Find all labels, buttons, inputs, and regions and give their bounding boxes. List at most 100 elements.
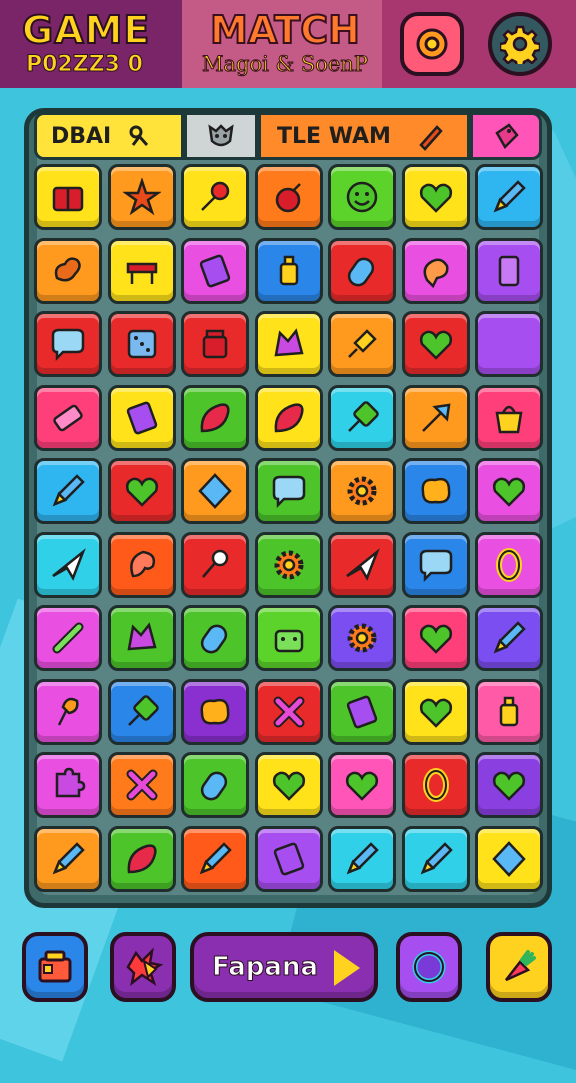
- pin-icon: [127, 694, 159, 726]
- tile[interactable]: [475, 678, 543, 745]
- pencil-icon: [420, 841, 453, 874]
- bottle-icon: [499, 696, 519, 726]
- tile[interactable]: [328, 311, 396, 377]
- settings-button[interactable]: [488, 12, 552, 76]
- tile[interactable]: [107, 458, 176, 524]
- tile[interactable]: [401, 384, 470, 451]
- play-arrow-icon: [334, 950, 360, 986]
- tile[interactable]: [328, 164, 396, 230]
- capsule-icon: [200, 624, 228, 654]
- tile[interactable]: [107, 752, 176, 818]
- tile[interactable]: [254, 825, 323, 892]
- tile[interactable]: [34, 458, 102, 524]
- tile[interactable]: [254, 164, 323, 230]
- tab-dbai[interactable]: DBAI: [34, 112, 184, 160]
- play-button[interactable]: Fapana: [190, 932, 378, 1002]
- tile[interactable]: [181, 531, 249, 598]
- tile[interactable]: [34, 237, 102, 304]
- heart-icon: [419, 330, 452, 360]
- tile[interactable]: [34, 605, 102, 671]
- tile[interactable]: [181, 458, 249, 524]
- tile[interactable]: [34, 384, 102, 451]
- tile[interactable]: [107, 678, 176, 745]
- tile[interactable]: [475, 384, 543, 451]
- tile[interactable]: [328, 678, 396, 745]
- tile[interactable]: [254, 752, 323, 818]
- tile[interactable]: [181, 605, 249, 671]
- tile[interactable]: [107, 605, 176, 671]
- boost-button[interactable]: [110, 932, 176, 1002]
- tile[interactable]: [475, 605, 543, 671]
- tile[interactable]: [34, 164, 102, 230]
- tile[interactable]: [254, 531, 323, 598]
- tile[interactable]: [401, 164, 470, 230]
- tab-bag[interactable]: [470, 112, 542, 160]
- card-icon: [199, 254, 231, 287]
- tile[interactable]: [475, 237, 543, 304]
- jar-icon: [202, 329, 228, 359]
- tile[interactable]: [328, 752, 396, 818]
- tile[interactable]: [328, 605, 396, 671]
- tile[interactable]: [107, 237, 176, 304]
- ear-icon: [129, 550, 155, 577]
- tile[interactable]: [254, 605, 323, 671]
- tile[interactable]: [401, 678, 470, 745]
- tile[interactable]: [34, 752, 102, 818]
- tile[interactable]: [475, 458, 543, 524]
- tile[interactable]: [401, 237, 470, 304]
- match-title: MATCH: [209, 7, 361, 53]
- gift-button[interactable]: [486, 932, 552, 1002]
- pencil-icon: [493, 621, 526, 654]
- tile[interactable]: [475, 825, 543, 892]
- tile[interactable]: [328, 237, 396, 304]
- tile[interactable]: [401, 605, 470, 671]
- tile[interactable]: [34, 825, 102, 892]
- tile[interactable]: [328, 458, 396, 524]
- tile[interactable]: [475, 311, 543, 377]
- tile[interactable]: [181, 752, 249, 818]
- tile[interactable]: [34, 311, 102, 377]
- tile[interactable]: [401, 458, 470, 524]
- tile[interactable]: [328, 384, 396, 451]
- chat-icon: [419, 549, 452, 582]
- target-button[interactable]: [400, 12, 464, 76]
- tile[interactable]: [401, 752, 470, 818]
- heart-icon: [419, 698, 452, 728]
- tile[interactable]: [475, 752, 543, 818]
- tile[interactable]: [254, 678, 323, 745]
- tile[interactable]: [475, 531, 543, 598]
- search-button[interactable]: [396, 932, 462, 1002]
- tile[interactable]: [34, 678, 102, 745]
- game-subtitle: P02ZZ3 0: [26, 52, 144, 78]
- tile[interactable]: [254, 458, 323, 524]
- leaf-icon: [127, 843, 157, 873]
- tile[interactable]: [107, 311, 176, 377]
- tile[interactable]: [107, 384, 176, 451]
- tile[interactable]: [181, 825, 249, 892]
- tile[interactable]: [181, 678, 249, 745]
- tile[interactable]: [34, 531, 102, 598]
- eraser-icon: [53, 404, 83, 431]
- tab-tle-wam[interactable]: TLE WAM: [258, 112, 470, 160]
- tile[interactable]: [181, 237, 249, 304]
- tab-mask[interactable]: [184, 112, 258, 160]
- tile[interactable]: [401, 825, 470, 892]
- tile[interactable]: [181, 164, 249, 230]
- tile[interactable]: [107, 531, 176, 598]
- tile[interactable]: [107, 825, 176, 892]
- tile[interactable]: [181, 311, 249, 377]
- tile[interactable]: [475, 164, 543, 230]
- tile[interactable]: [401, 531, 470, 598]
- tile[interactable]: [401, 311, 470, 377]
- shop-button[interactable]: [22, 932, 88, 1002]
- leaf-icon: [200, 402, 230, 432]
- tile[interactable]: [328, 531, 396, 598]
- chat-icon: [51, 328, 85, 362]
- chicken-icon: [423, 258, 449, 288]
- tile[interactable]: [254, 311, 323, 377]
- tile[interactable]: [254, 237, 323, 304]
- tile[interactable]: [181, 384, 249, 451]
- tile[interactable]: [107, 164, 176, 230]
- tile[interactable]: [254, 384, 323, 451]
- tile[interactable]: [328, 825, 396, 892]
